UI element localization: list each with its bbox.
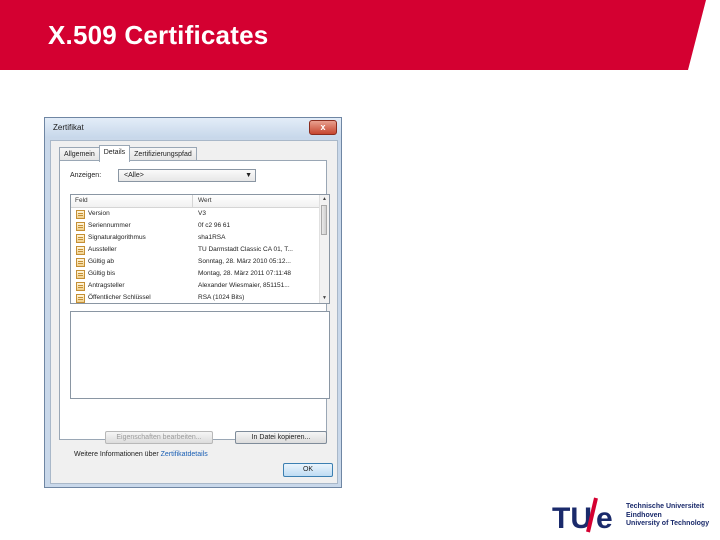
row-value: Montag, 28. März 2011 07:11:48: [198, 270, 291, 277]
logo-mark-e: e: [596, 502, 613, 534]
tab-strip: Allgemein Details Zertifizierungspfad: [59, 145, 197, 162]
table-row[interactable]: Seriennummer 0f c2 96 61: [71, 221, 321, 233]
certificate-field-icon: [76, 270, 85, 279]
university-name: Technische Universiteit Eindhoven Univer…: [626, 503, 709, 529]
row-field: Gültig bis: [88, 270, 116, 277]
university-line-1: Technische Universiteit: [626, 503, 705, 510]
ok-button[interactable]: OK: [283, 463, 333, 477]
show-select-value: <Alle>: [124, 172, 144, 179]
certificate-field-icon: [76, 222, 85, 231]
row-value: V3: [198, 210, 206, 217]
dialog-client-area: Allgemein Details Zertifizierungspfad An…: [50, 140, 338, 484]
table-row[interactable]: Gültig bis Montag, 28. März 2011 07:11:48: [71, 269, 321, 281]
certificate-fields-list[interactable]: Feld Wert Version V3 Seriennummer 0f c2 96…: [70, 194, 330, 304]
row-value: Alexander Wiesmaier, 851151...: [198, 282, 290, 289]
certificate-field-icon: [76, 282, 85, 291]
university-line-3: University of Technology: [626, 520, 710, 527]
certificate-field-icon: [76, 210, 85, 219]
scrollbar-thumb[interactable]: [321, 205, 327, 235]
more-info-prefix: Weitere Informationen über: [74, 451, 159, 458]
column-separator[interactable]: [192, 195, 193, 207]
row-field: Antragsteller: [88, 282, 125, 289]
row-field: Öffentlicher Schlüssel: [88, 294, 151, 301]
table-row[interactable]: Aussteller TU Darmstadt Classic CA 01, T.…: [71, 245, 321, 257]
row-value: Sonntag, 28. März 2010 05:12...: [198, 258, 291, 265]
more-info-text: Weitere Informationen über Zertifikatdet…: [74, 451, 208, 458]
scroll-up-icon[interactable]: ▲: [320, 195, 329, 204]
table-row[interactable]: Version V3: [71, 209, 321, 221]
column-header-field[interactable]: Feld: [75, 197, 88, 204]
row-field: Aussteller: [88, 246, 117, 253]
row-field: Gültig ab: [88, 258, 115, 265]
list-rows: Version V3 Seriennummer 0f c2 96 61 Signat…: [71, 209, 321, 303]
show-select[interactable]: <Alle> ▼: [118, 169, 256, 182]
copy-to-file-button[interactable]: In Datei kopieren...: [235, 431, 327, 444]
field-detail-box[interactable]: [70, 311, 330, 399]
close-icon: x: [320, 122, 326, 132]
table-row[interactable]: Öffentlicher Schlüssel RSA (1024 Bits): [71, 293, 321, 303]
certificate-field-icon: [76, 246, 85, 255]
chevron-down-icon: ▼: [245, 172, 252, 179]
certificate-field-icon: [76, 258, 85, 267]
row-value: RSA (1024 Bits): [198, 294, 245, 301]
row-value: 0f c2 96 61: [198, 222, 231, 229]
details-panel: Anzeigen: <Alle> ▼ Feld Wert Version V3 S…: [59, 160, 330, 458]
row-field: Signaturalgorithmus: [88, 234, 146, 241]
edit-properties-button[interactable]: Eigenschaften bearbeiten...: [105, 431, 213, 444]
dialog-title: Zertifikat: [53, 123, 84, 132]
certificate-details-link[interactable]: Zertifikatdetails: [161, 451, 208, 458]
list-header: Feld Wert: [71, 195, 321, 208]
close-button[interactable]: x: [309, 120, 337, 135]
vertical-scrollbar[interactable]: ▲ ▼: [319, 195, 329, 303]
row-value: sha1RSA: [198, 234, 226, 241]
row-value: TU Darmstadt Classic CA 01, T...: [198, 246, 293, 253]
column-header-value[interactable]: Wert: [198, 197, 212, 204]
university-line-2: Eindhoven: [626, 511, 662, 519]
scroll-down-icon[interactable]: ▼: [320, 294, 329, 303]
table-row[interactable]: Gültig ab Sonntag, 28. März 2010 05:12...: [71, 257, 321, 269]
table-row[interactable]: Antragsteller Alexander Wiesmaier, 851151…: [71, 281, 321, 293]
tue-logo: TU e: [552, 497, 613, 534]
row-field: Version: [88, 210, 110, 217]
certificate-field-icon: [76, 234, 85, 243]
logo-mark-tu: TU: [552, 502, 592, 534]
show-label: Anzeigen:: [70, 172, 102, 179]
slide-header-band: X.509 Certificates: [0, 0, 720, 70]
tab-details[interactable]: Details: [98, 145, 131, 162]
table-row[interactable]: Signaturalgorithmus sha1RSA: [71, 233, 321, 245]
slide-title: X.509 Certificates: [48, 20, 269, 50]
certificate-field-icon: [76, 294, 85, 303]
row-field: Seriennummer: [88, 222, 131, 229]
certificate-dialog: Zertifikat x Allgemein Details Zertifizi…: [44, 117, 342, 488]
dialog-titlebar[interactable]: Zertifikat x: [45, 118, 341, 138]
